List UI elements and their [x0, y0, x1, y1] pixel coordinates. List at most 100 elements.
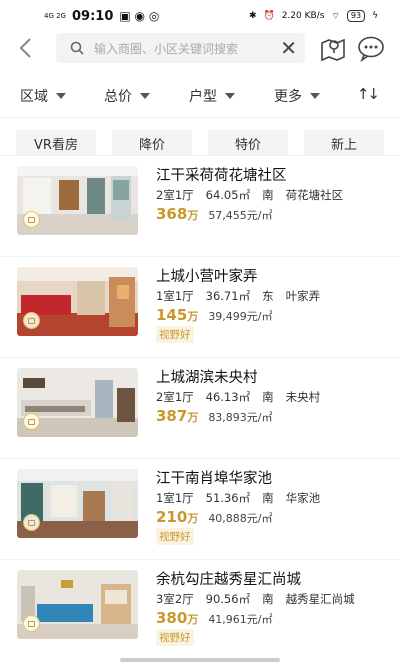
listing-area: 51.36㎡ — [205, 491, 251, 505]
listing-price: 145 — [156, 306, 188, 324]
battery-indicator: 93 — [346, 10, 366, 22]
listing-item[interactable]: 余杭勾庄越秀星汇尚城 3室2厅 90.56㎡南越秀星汇尚城 380 万 41,961元… — [0, 559, 400, 660]
listing-title: 上城小营叶家弄 — [156, 269, 258, 285]
vr-icon — [23, 514, 40, 531]
search-icon — [70, 41, 84, 55]
price-unit: 万 — [187, 310, 199, 323]
filter-more[interactable]: 更多 — [274, 86, 320, 106]
listing-list: 江干采荷荷花塘社区 2室1厅 64.05㎡南荷花塘社区 368 万 57,455元/㎡… — [0, 155, 400, 660]
sort-icon[interactable]: ↑↓ — [357, 85, 380, 103]
clear-icon[interactable]: ✕ — [280, 38, 297, 58]
clock-time: 09:10 — [71, 8, 114, 24]
price-unit: 万 — [187, 613, 199, 626]
vr-icon — [23, 413, 40, 430]
price-unit: 万 — [187, 209, 199, 222]
caret-down-icon — [310, 93, 320, 99]
network-speed: 2.20 KB/s — [281, 11, 325, 21]
listing-layout: 2室1厅 — [156, 188, 194, 202]
listing-unit-price: 57,455元/㎡ — [208, 209, 273, 222]
listing-price: 380 — [156, 609, 188, 627]
filter-label: 户型 — [189, 89, 217, 105]
feature-badge: 视野好 — [156, 326, 194, 343]
listing-meta: 1室1厅 36.71㎡东叶家弄 — [156, 288, 332, 304]
listing-community: 越秀星汇尚城 — [285, 592, 355, 606]
listing-photo — [17, 267, 138, 336]
listing-area: 46.13㎡ — [205, 390, 251, 404]
vr-icon — [23, 615, 40, 632]
listing-community: 未央村 — [285, 390, 321, 404]
feature-badge: 视野好 — [156, 629, 194, 646]
listing-title: 余杭勾庄越秀星汇尚城 — [156, 572, 301, 588]
listing-layout: 2室1厅 — [156, 390, 194, 404]
listing-photo — [17, 166, 138, 235]
listing-price-line: 368 万 57,455元/㎡ — [156, 205, 273, 223]
listing-orientation: 南 — [262, 188, 274, 202]
listing-item[interactable]: 上城湖滨未央村 2室1厅 46.13㎡南未央村 387 万 83,893元/㎡ — [0, 357, 400, 458]
listing-title: 江干南肖埠华家池 — [156, 471, 272, 487]
listing-price: 387 — [156, 407, 188, 425]
tag-special-price[interactable]: 特价 — [208, 130, 288, 156]
listing-orientation: 南 — [262, 491, 274, 505]
listing-meta: 1室1厅 51.36㎡南华家池 — [156, 490, 332, 506]
chevron-left-icon — [19, 38, 31, 58]
caret-down-icon — [225, 93, 235, 99]
listing-area: 90.56㎡ — [205, 592, 251, 606]
message-icon[interactable] — [357, 34, 385, 62]
map-location-icon[interactable] — [319, 34, 347, 62]
listing-community: 荷花塘社区 — [285, 188, 344, 202]
filter-bar: 区域 总价 户型 更多 ↑↓ — [0, 72, 400, 118]
listing-area: 36.71㎡ — [205, 289, 251, 303]
listing-layout: 1室1厅 — [156, 491, 194, 505]
listing-community: 华家池 — [285, 491, 321, 505]
listing-orientation: 东 — [262, 289, 274, 303]
filter-layout[interactable]: 户型 — [189, 86, 235, 106]
tag-vr[interactable]: VR看房 — [16, 130, 96, 156]
listing-price-line: 145 万 39,499元/㎡ — [156, 306, 273, 324]
filter-label: 总价 — [104, 89, 132, 105]
charging-icon: ϟ — [372, 11, 378, 21]
listing-meta: 3室2厅 90.56㎡南越秀星汇尚城 — [156, 591, 367, 607]
listing-layout: 3室2厅 — [156, 592, 194, 606]
listing-item[interactable]: 江干采荷荷花塘社区 2室1厅 64.05㎡南荷花塘社区 368 万 57,455元/㎡ — [0, 155, 400, 256]
filter-total-price[interactable]: 总价 — [104, 86, 150, 106]
price-unit: 万 — [187, 512, 199, 525]
home-indicator[interactable] — [120, 658, 280, 662]
wifi-icon: ⌔ — [331, 11, 340, 22]
notification-icons: ▣ ◉ ◎ — [119, 9, 160, 23]
tag-new[interactable]: 新上 — [304, 130, 384, 156]
listing-meta: 2室1厅 64.05㎡南荷花塘社区 — [156, 187, 355, 203]
vr-icon — [23, 312, 40, 329]
listing-photo — [17, 469, 138, 538]
filter-label: 区域 — [20, 89, 48, 105]
listing-title: 上城湖滨未央村 — [156, 370, 258, 386]
listing-unit-price: 39,499元/㎡ — [208, 310, 273, 323]
search-header: 输入商圈、小区关键词搜索 ✕ — [0, 32, 400, 64]
price-unit: 万 — [187, 411, 199, 424]
status-bar: 4G 2G 09:10 ▣ ◉ ◎ ✱ ⏰ 2.20 KB/s ⌔ 93 ϟ — [0, 0, 400, 32]
listing-item[interactable]: 江干南肖埠华家池 1室1厅 51.36㎡南华家池 210 万 40,888元/㎡ 视野… — [0, 458, 400, 559]
listing-unit-price: 83,893元/㎡ — [208, 411, 273, 424]
listing-photo — [17, 570, 138, 639]
listing-price-line: 380 万 41,961元/㎡ — [156, 609, 273, 627]
listing-photo — [17, 368, 138, 437]
feature-badge: 视野好 — [156, 528, 194, 545]
listing-meta: 2室1厅 46.13㎡南未央村 — [156, 389, 332, 405]
listing-layout: 1室1厅 — [156, 289, 194, 303]
filter-label: 更多 — [274, 89, 302, 105]
listing-price: 210 — [156, 508, 188, 526]
listing-unit-price: 40,888元/㎡ — [208, 512, 273, 525]
listing-unit-price: 41,961元/㎡ — [208, 613, 273, 626]
listing-title: 江干采荷荷花塘社区 — [156, 168, 287, 184]
filter-region[interactable]: 区域 — [20, 86, 66, 106]
listing-item[interactable]: 上城小营叶家弄 1室1厅 36.71㎡东叶家弄 145 万 39,499元/㎡ 视野好 — [0, 256, 400, 357]
search-input[interactable]: 输入商圈、小区关键词搜索 ✕ — [56, 33, 305, 63]
listing-orientation: 南 — [262, 592, 274, 606]
vr-icon — [23, 211, 40, 228]
listing-community: 叶家弄 — [285, 289, 321, 303]
tag-price-drop[interactable]: 降价 — [112, 130, 192, 156]
back-button[interactable] — [12, 35, 38, 61]
listing-price-line: 210 万 40,888元/㎡ — [156, 508, 273, 526]
listing-area: 64.05㎡ — [205, 188, 251, 202]
caret-down-icon — [56, 93, 66, 99]
search-placeholder: 输入商圈、小区关键词搜索 — [94, 41, 239, 56]
